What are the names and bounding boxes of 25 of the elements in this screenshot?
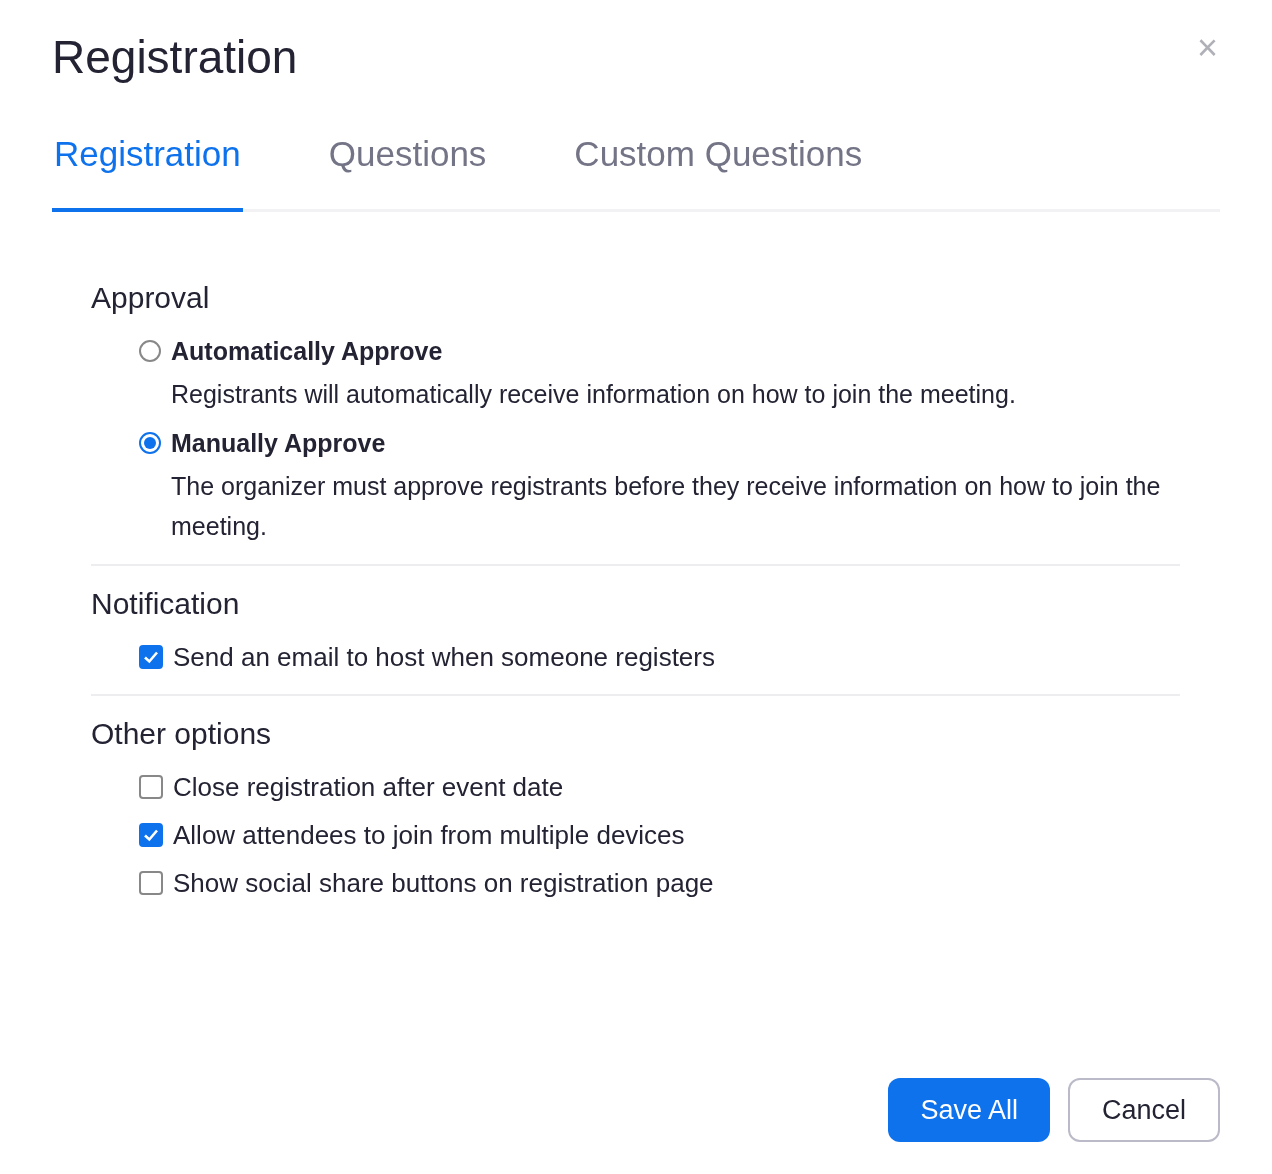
radio-button[interactable] [139, 432, 161, 454]
save-button[interactable]: Save All [888, 1078, 1050, 1142]
section-heading: Approval [91, 280, 211, 316]
option-label: Send an email to host when someone registers [173, 641, 715, 674]
section-heading: Other options [91, 716, 273, 752]
checkbox[interactable] [139, 823, 163, 847]
section-heading: Notification [91, 586, 241, 622]
checkbox[interactable] [139, 775, 163, 799]
checkmark-icon [143, 827, 159, 843]
tab[interactable]: Custom Questions [572, 134, 865, 212]
option-description: Registrants will automatically receive information on how to join the meeting. [170, 379, 1017, 410]
option-label: Show social share buttons on registration page [173, 867, 714, 900]
tab[interactable]: Registration [52, 134, 243, 212]
checkbox[interactable] [139, 871, 163, 895]
option-label: Close registration after event date [173, 771, 564, 804]
radio-button[interactable] [139, 340, 161, 362]
checkmark-icon [143, 649, 159, 665]
option-label: Allow attendees to join from multiple devices [173, 819, 685, 852]
option-label: Automatically Approve [171, 336, 443, 367]
cancel-button[interactable]: Cancel [1067, 1078, 1220, 1142]
option-description: The organizer must approve registrants before they receive information on how to join the meeting. [170, 471, 1162, 542]
checkbox[interactable] [139, 645, 163, 669]
option-label: Manually Approve [171, 428, 386, 459]
dialog-title: Registration [52, 30, 298, 85]
tab[interactable]: Questions [326, 134, 489, 212]
